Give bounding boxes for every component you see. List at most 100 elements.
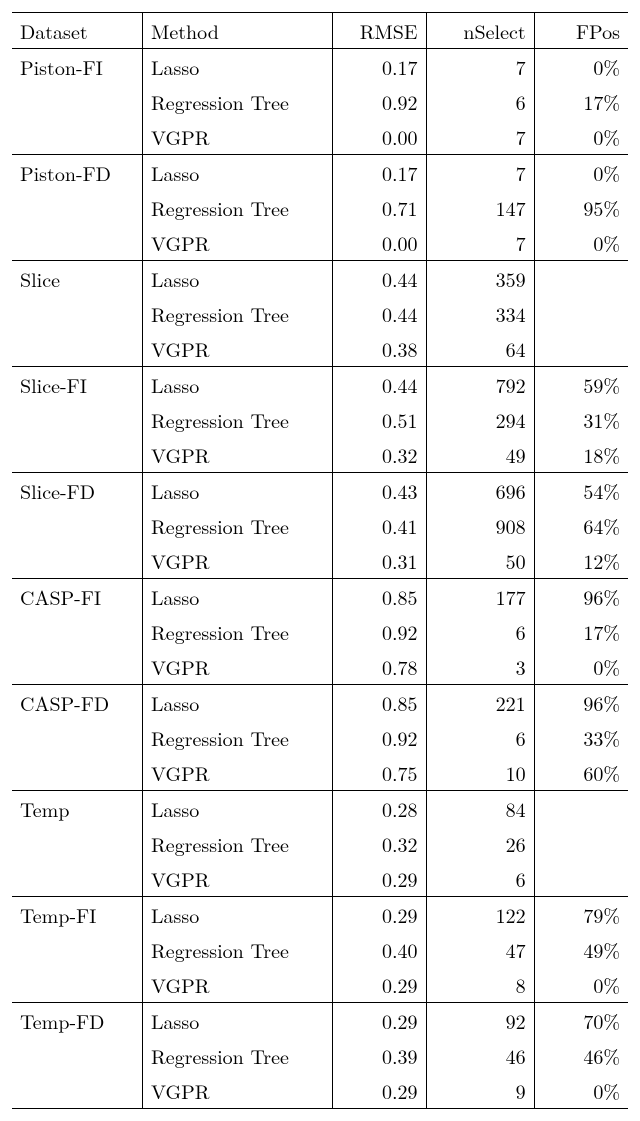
table-row: Regression Tree0.4190864% [12, 508, 628, 543]
results-table: Dataset Method RMSE nSelect FPos Piston-… [12, 12, 628, 1109]
cell-rmse: 0.29 [332, 1073, 426, 1109]
cell-fpos: 79% [534, 897, 628, 933]
cell-dataset [12, 508, 143, 543]
cell-dataset [12, 614, 143, 649]
cell-rmse: 0.39 [332, 1038, 426, 1073]
cell-fpos: 0% [534, 967, 628, 1003]
cell-fpos: 12% [534, 543, 628, 579]
cell-rmse: 0.92 [332, 84, 426, 119]
cell-method: Regression Tree [143, 826, 333, 861]
cell-dataset [12, 331, 143, 367]
cell-method: Regression Tree [143, 720, 333, 755]
cell-method: Lasso [143, 897, 333, 933]
cell-fpos [534, 791, 628, 827]
cell-nselect: 50 [426, 543, 534, 579]
cell-method: Regression Tree [143, 1038, 333, 1073]
table-row: TempLasso0.2884 [12, 791, 628, 827]
cell-method: Lasso [143, 685, 333, 721]
cell-fpos: 0% [534, 155, 628, 191]
cell-rmse: 0.29 [332, 1003, 426, 1039]
cell-fpos: 60% [534, 755, 628, 791]
cell-nselect: 64 [426, 331, 534, 367]
table-row: Temp-FILasso0.2912279% [12, 897, 628, 933]
cell-method: Lasso [143, 1003, 333, 1039]
cell-dataset [12, 543, 143, 579]
cell-fpos: 59% [534, 367, 628, 403]
cell-fpos: 18% [534, 437, 628, 473]
cell-nselect: 49 [426, 437, 534, 473]
table-header-row: Dataset Method RMSE nSelect FPos [12, 13, 628, 49]
cell-method: Regression Tree [143, 508, 333, 543]
table-row: Slice-FDLasso0.4369654% [12, 473, 628, 509]
cell-method: Regression Tree [143, 402, 333, 437]
cell-dataset [12, 119, 143, 155]
table-row: VGPR0.315012% [12, 543, 628, 579]
cell-rmse: 0.40 [332, 932, 426, 967]
cell-rmse: 0.51 [332, 402, 426, 437]
cell-method: Lasso [143, 473, 333, 509]
cell-dataset [12, 649, 143, 685]
cell-nselect: 7 [426, 119, 534, 155]
cell-dataset: Temp-FI [12, 897, 143, 933]
cell-method: VGPR [143, 649, 333, 685]
cell-rmse: 0.32 [332, 437, 426, 473]
cell-dataset: Piston-FI [12, 49, 143, 85]
cell-nselect: 9 [426, 1073, 534, 1109]
cell-dataset [12, 755, 143, 791]
cell-fpos [534, 331, 628, 367]
cell-rmse: 0.43 [332, 473, 426, 509]
cell-nselect: 294 [426, 402, 534, 437]
cell-method: VGPR [143, 331, 333, 367]
cell-fpos: 33% [534, 720, 628, 755]
cell-fpos: 17% [534, 614, 628, 649]
table-row: VGPR0.0070% [12, 119, 628, 155]
cell-nselect: 84 [426, 791, 534, 827]
cell-fpos: 64% [534, 508, 628, 543]
cell-dataset [12, 190, 143, 225]
table-row: Piston-FILasso0.1770% [12, 49, 628, 85]
table-row: VGPR0.751060% [12, 755, 628, 791]
cell-nselect: 6 [426, 861, 534, 897]
table-row: Regression Tree0.44334 [12, 296, 628, 331]
cell-rmse: 0.44 [332, 367, 426, 403]
cell-rmse: 0.28 [332, 791, 426, 827]
cell-nselect: 334 [426, 296, 534, 331]
cell-method: VGPR [143, 755, 333, 791]
table-row: CASP-FDLasso0.8522196% [12, 685, 628, 721]
cell-nselect: 7 [426, 225, 534, 261]
cell-rmse: 0.00 [332, 225, 426, 261]
col-header-nselect: nSelect [426, 13, 534, 49]
cell-nselect: 122 [426, 897, 534, 933]
cell-dataset: Piston-FD [12, 155, 143, 191]
cell-method: Regression Tree [143, 190, 333, 225]
table-row: VGPR0.2990% [12, 1073, 628, 1109]
cell-method: VGPR [143, 861, 333, 897]
table-row: Slice-FILasso0.4479259% [12, 367, 628, 403]
cell-method: Lasso [143, 579, 333, 615]
cell-nselect: 8 [426, 967, 534, 1003]
cell-fpos: 70% [534, 1003, 628, 1039]
cell-rmse: 0.85 [332, 685, 426, 721]
cell-nselect: 6 [426, 720, 534, 755]
cell-method: Lasso [143, 261, 333, 297]
table-row: Regression Tree0.5129431% [12, 402, 628, 437]
cell-nselect: 221 [426, 685, 534, 721]
cell-method: VGPR [143, 225, 333, 261]
cell-rmse: 0.00 [332, 119, 426, 155]
cell-dataset [12, 826, 143, 861]
cell-fpos: 0% [534, 49, 628, 85]
cell-fpos: 96% [534, 579, 628, 615]
cell-nselect: 147 [426, 190, 534, 225]
cell-rmse: 0.44 [332, 296, 426, 331]
cell-dataset [12, 437, 143, 473]
cell-dataset [12, 296, 143, 331]
cell-fpos [534, 296, 628, 331]
cell-fpos: 17% [534, 84, 628, 119]
cell-dataset [12, 84, 143, 119]
cell-nselect: 6 [426, 84, 534, 119]
cell-method: Regression Tree [143, 296, 333, 331]
cell-fpos: 96% [534, 685, 628, 721]
cell-nselect: 10 [426, 755, 534, 791]
table-row: VGPR0.7830% [12, 649, 628, 685]
cell-nselect: 7 [426, 155, 534, 191]
